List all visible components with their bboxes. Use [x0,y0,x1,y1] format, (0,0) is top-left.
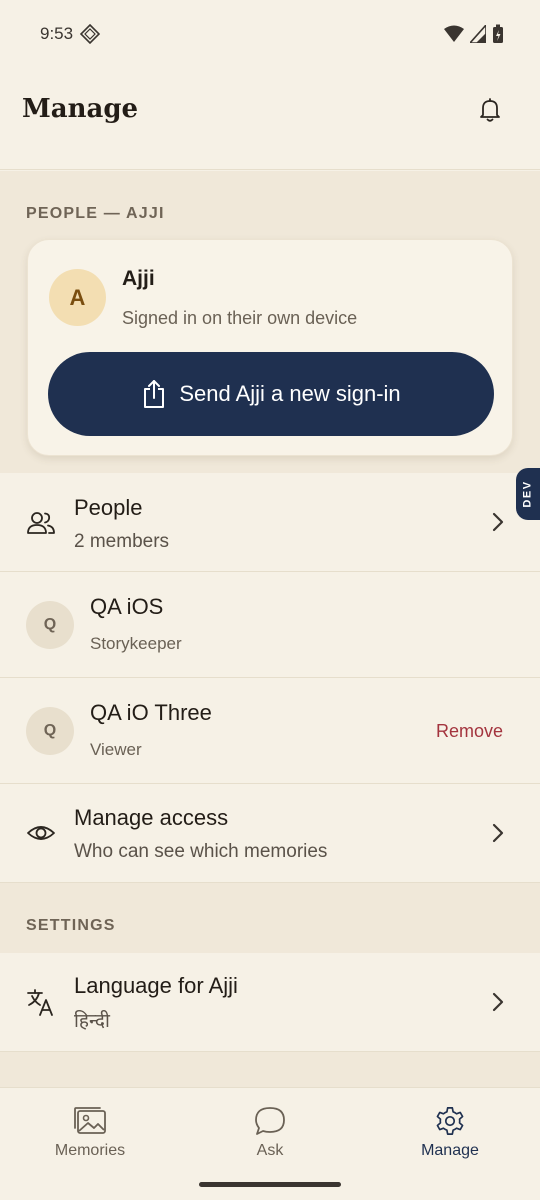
people-icon [27,512,55,534]
dev-badge-label: DEV [522,480,534,508]
avatar: A [49,269,106,326]
settings-section: SETTINGS [0,883,540,953]
bottom-nav: Memories Ask Manage [0,1087,540,1200]
battery-icon [493,24,503,43]
nav-label: Ask [256,1142,284,1159]
nav-manage[interactable]: Manage [390,1106,510,1160]
chevron-right-icon [492,992,504,1012]
manage-access-row[interactable]: Manage access Who can see which memories [0,784,540,883]
gear-icon [436,1107,464,1135]
people-row-title: People [74,495,143,520]
language-value: हिन्दी [74,1011,110,1032]
status-bar: 9:53 [0,0,540,70]
section-label-people: PEOPLE — AJJI [26,205,165,222]
member-row[interactable]: Q QA iOS Storykeeper [0,572,540,678]
person-status: Signed in on their own device [122,308,358,328]
language-title: Language for Ajji [74,973,238,998]
dev-badge[interactable]: DEV [516,468,540,520]
app-header: Manage [0,70,540,170]
remove-member-button[interactable]: Remove [436,721,503,742]
share-icon [144,380,165,408]
member-avatar: Q [26,707,74,755]
member-role: Storykeeper [90,634,182,653]
photos-icon [74,1107,106,1134]
send-sign-in-label: Send Ajji a new sign-in [179,381,401,406]
people-section: PEOPLE — AJJI A Ajji Signed in on their … [0,171,540,473]
person-name: Ajji [122,267,155,290]
member-name: QA iOS [90,594,164,619]
section-divider [0,1052,540,1088]
send-sign-in-button[interactable]: Send Ajji a new sign-in [48,352,494,436]
translate-icon [27,989,53,1016]
notification-icon [80,24,100,44]
signal-icon [470,25,486,43]
chevron-right-icon [492,512,504,532]
home-indicator[interactable] [199,1182,341,1187]
status-time: 9:53 [40,24,74,43]
manage-access-title: Manage access [74,805,229,830]
bell-icon[interactable] [476,96,504,124]
member-row[interactable]: Q QA iO Three Viewer Remove [0,678,540,784]
nav-label: Manage [421,1142,479,1159]
manage-access-subtitle: Who can see which memories [74,841,328,862]
nav-ask[interactable]: Ask [210,1106,330,1160]
chat-bubble-icon [255,1107,285,1135]
section-label-settings: SETTINGS [26,917,116,934]
nav-memories[interactable]: Memories [30,1106,150,1160]
chevron-right-icon [492,823,504,843]
member-role: Viewer [90,740,142,759]
eye-icon [27,826,55,840]
wifi-icon [444,25,464,42]
member-avatar: Q [26,601,74,649]
nav-label: Memories [54,1142,126,1159]
people-row[interactable]: People 2 members [0,473,540,572]
page-title: Manage [22,94,139,124]
language-row[interactable]: Language for Ajji हिन्दी [0,953,540,1052]
person-card: A Ajji Signed in on their own device Sen… [27,239,513,456]
people-row-count: 2 members [74,531,170,552]
member-name: QA iO Three [90,700,212,725]
